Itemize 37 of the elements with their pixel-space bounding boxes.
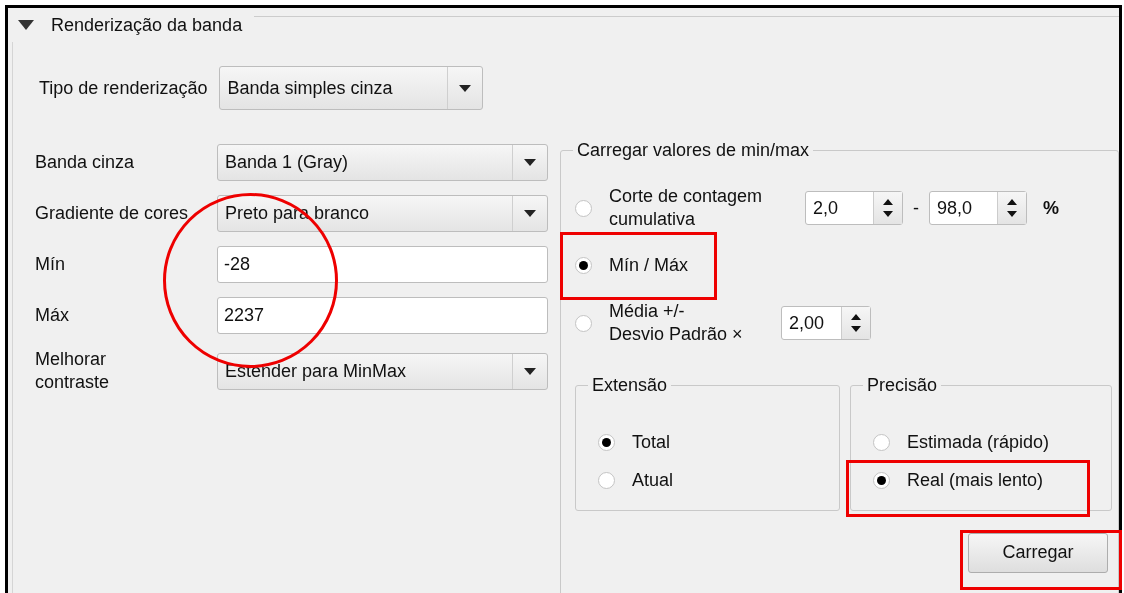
input-field[interactable]: 2237 <box>217 297 548 334</box>
field-label: Melhorar contraste <box>35 348 111 395</box>
option-label: Corte de contagem cumulativa <box>609 185 764 232</box>
option-label: Média +/- Desvio Padrão × <box>609 299 744 347</box>
option-label: Mín / Máx <box>609 254 688 278</box>
option-label: Atual <box>632 468 674 492</box>
radio-button[interactable] <box>575 314 592 332</box>
radio-button[interactable] <box>873 472 890 490</box>
dropdown-arrow-icon <box>524 210 536 217</box>
input-field[interactable]: -28 <box>217 246 548 283</box>
field-label: Gradiente de cores <box>35 201 190 225</box>
section-title: Renderização da banda <box>51 14 243 36</box>
collapse-triangle-icon[interactable] <box>17 19 35 31</box>
render-type-dropdown[interactable]: Banda simples cinza <box>219 66 484 110</box>
load-button[interactable]: Carregar <box>968 532 1108 573</box>
radio-button[interactable] <box>575 257 592 275</box>
range-separator: - <box>913 197 919 219</box>
field-label: Máx <box>35 303 70 327</box>
dropdown-arrow-icon <box>524 367 536 375</box>
unit-label: % <box>1043 197 1059 219</box>
spin-box[interactable]: 2,0 <box>805 191 903 226</box>
radio-button[interactable] <box>598 434 615 452</box>
dropdown-arrow-icon <box>524 159 536 166</box>
dropdown-arrow-icon <box>459 84 472 92</box>
field-label: Tipo de renderização <box>39 77 208 99</box>
field-label: Mín <box>35 252 66 276</box>
field-label: Banda cinza <box>35 150 136 174</box>
option-label: Total <box>632 430 671 454</box>
dropdown[interactable]: Estender para MinMax <box>217 352 548 390</box>
option-label: Real (mais lento) <box>907 468 1044 492</box>
spin-box[interactable]: 98,0 <box>929 191 1027 226</box>
radio-button[interactable] <box>873 434 890 452</box>
spin-box[interactable]: 2,00 <box>781 306 871 341</box>
radio-button[interactable] <box>598 472 615 490</box>
option-label: Estimada (rápido) <box>907 430 1050 454</box>
radio-button[interactable] <box>575 199 592 217</box>
dropdown[interactable]: Banda 1 (Gray) <box>217 144 548 181</box>
